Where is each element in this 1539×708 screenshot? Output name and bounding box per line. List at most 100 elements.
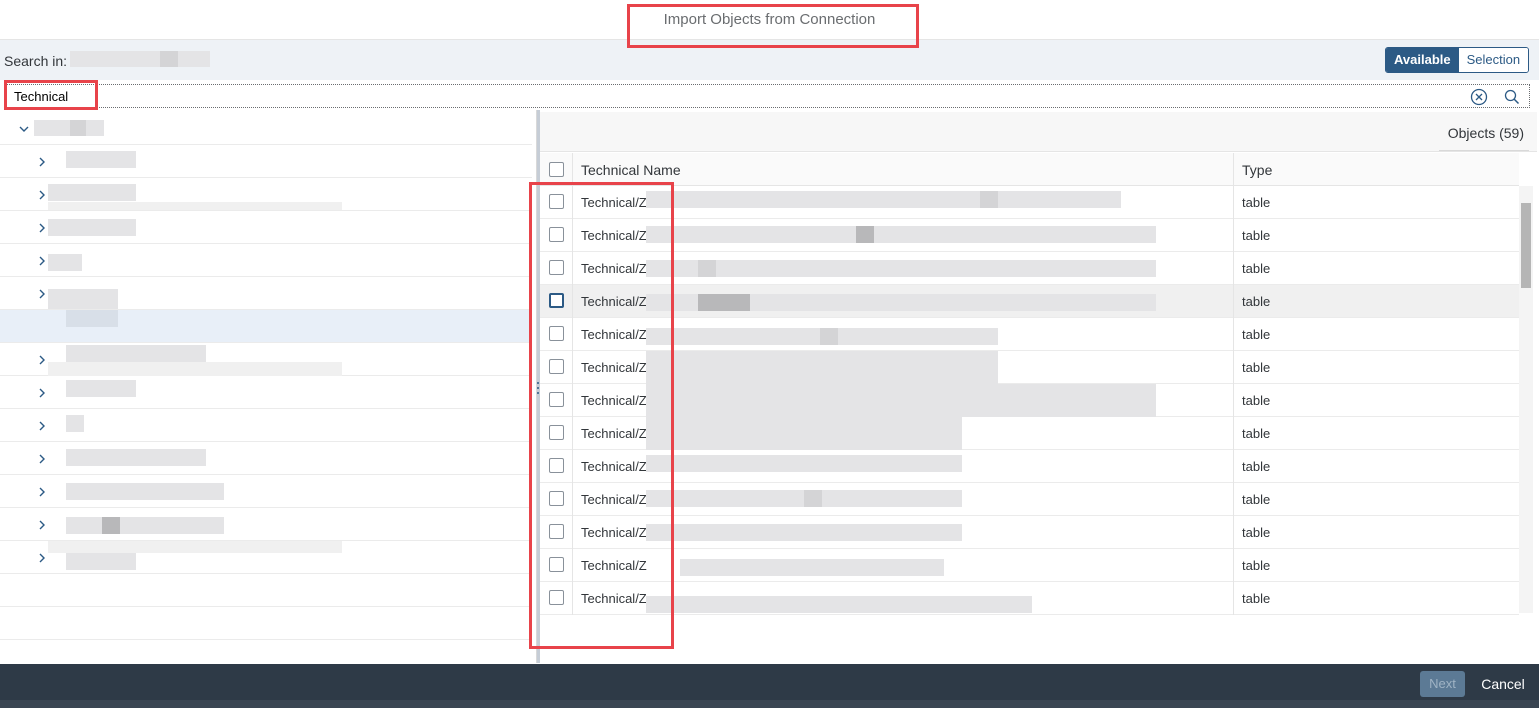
- table-row[interactable]: Technical/Z table: [540, 450, 1519, 483]
- table-row[interactable]: Technical/Z table: [540, 186, 1519, 219]
- chevron-right-icon[interactable]: [35, 155, 49, 169]
- row-checkbox-focused[interactable]: [549, 293, 564, 308]
- table-row[interactable]: Technical/Z table: [540, 417, 1519, 450]
- chevron-right-icon[interactable]: [35, 386, 49, 400]
- table-row[interactable]: Technical/Z table: [540, 219, 1519, 252]
- chevron-right-icon[interactable]: [35, 518, 49, 532]
- chevron-right-icon[interactable]: [35, 452, 49, 466]
- table-row[interactable]: Technical/Z table: [540, 318, 1519, 351]
- folder-tree: [0, 110, 537, 663]
- redacted-tree-label: [48, 541, 342, 553]
- row-checkbox[interactable]: [549, 227, 564, 242]
- table-row[interactable]: Technical/Z table: [540, 516, 1519, 549]
- type-cell: table: [1242, 558, 1271, 573]
- redacted-tree-label-extra: [48, 362, 342, 376]
- tree-node[interactable]: [0, 508, 532, 541]
- type-cell: table: [1242, 426, 1271, 441]
- search-icon[interactable]: [1502, 87, 1522, 107]
- tree-node[interactable]: [0, 178, 532, 211]
- chevron-right-icon[interactable]: [35, 221, 49, 235]
- tree-node-selected[interactable]: [0, 310, 532, 343]
- row-checkbox[interactable]: [549, 194, 564, 209]
- table-row[interactable]: Technical/Z table: [540, 351, 1519, 384]
- search-in-bar: Search in:: [0, 40, 1539, 80]
- redacted-name-part: [856, 226, 874, 243]
- chevron-down-icon[interactable]: [17, 122, 31, 136]
- cancel-button[interactable]: Cancel: [1476, 671, 1530, 697]
- search-input-value[interactable]: Technical: [14, 89, 68, 104]
- available-toggle-button[interactable]: Available: [1386, 48, 1459, 72]
- row-checkbox[interactable]: [549, 491, 564, 506]
- row-checkbox[interactable]: [549, 458, 564, 473]
- technical-name-cell: Technical/Z: [581, 327, 647, 342]
- objects-count: Objects (59): [1447, 125, 1524, 141]
- type-cell: table: [1242, 525, 1271, 540]
- redacted-tree-label: [66, 345, 206, 362]
- tree-node[interactable]: [0, 376, 532, 409]
- redacted-name-part: [698, 294, 750, 311]
- tree-root-node[interactable]: [0, 112, 532, 145]
- table-scroll-thumb[interactable]: [1521, 203, 1531, 288]
- chevron-right-icon[interactable]: [35, 551, 49, 565]
- chevron-right-icon[interactable]: [35, 419, 49, 433]
- tree-node[interactable]: [0, 541, 532, 574]
- redacted-name-part: [980, 191, 998, 208]
- row-checkbox[interactable]: [549, 425, 564, 440]
- row-checkbox[interactable]: [549, 260, 564, 275]
- type-cell: table: [1242, 261, 1271, 276]
- technical-name-cell: Technical/Z: [581, 294, 647, 309]
- column-header-type[interactable]: Type: [1242, 162, 1272, 178]
- chevron-right-icon[interactable]: [35, 287, 49, 301]
- table-row-hovered[interactable]: Technical/Z table: [540, 285, 1519, 318]
- redacted-tree-label: [48, 254, 82, 271]
- type-cell: table: [1242, 492, 1271, 507]
- tree-node[interactable]: [0, 211, 532, 244]
- clear-circle-icon[interactable]: [1469, 87, 1489, 107]
- column-header-technical-name[interactable]: Technical Name: [581, 162, 681, 178]
- tree-node[interactable]: [0, 442, 532, 475]
- tree-node[interactable]: [0, 244, 532, 277]
- technical-name-cell: Technical/Z: [581, 360, 647, 375]
- row-checkbox[interactable]: [549, 392, 564, 407]
- redacted-connection-name-part: [160, 51, 178, 67]
- row-checkbox[interactable]: [549, 326, 564, 341]
- tree-node[interactable]: [0, 343, 532, 376]
- table-row[interactable]: Technical/Z table: [540, 549, 1519, 582]
- view-toggle: Available Selection: [1385, 47, 1530, 73]
- row-checkbox[interactable]: [549, 524, 564, 539]
- tree-node[interactable]: [0, 409, 532, 442]
- redacted-name: [646, 260, 1156, 277]
- type-cell: table: [1242, 228, 1271, 243]
- technical-name-cell: Technical/Z: [581, 492, 647, 507]
- dialog-header: Import Objects from Connection: [0, 0, 1539, 40]
- table-row[interactable]: Technical/Z table: [540, 384, 1519, 417]
- table-row[interactable]: Technical/Z table: [540, 582, 1519, 615]
- table-row[interactable]: Technical/Z table: [540, 483, 1519, 516]
- selection-toggle-button[interactable]: Selection: [1458, 48, 1529, 72]
- row-checkbox[interactable]: [549, 359, 564, 374]
- tree-node[interactable]: [0, 277, 532, 310]
- next-button[interactable]: Next: [1420, 671, 1465, 697]
- chevron-right-icon[interactable]: [35, 353, 49, 367]
- redacted-tree-label: [66, 310, 118, 327]
- chevron-right-icon[interactable]: [35, 188, 49, 202]
- background-app-edge: [0, 700, 1539, 708]
- tree-node[interactable]: [0, 145, 532, 178]
- select-all-checkbox[interactable]: [549, 162, 564, 177]
- redacted-name: [646, 351, 998, 384]
- tree-node[interactable]: [0, 475, 532, 508]
- search-input[interactable]: Technical: [4, 84, 1530, 108]
- objects-tab-underline: [1439, 150, 1529, 151]
- redacted-tree-label: [48, 184, 136, 201]
- column-divider: [1233, 186, 1234, 615]
- chevron-right-icon[interactable]: [35, 485, 49, 499]
- redacted-tree-label: [48, 289, 118, 309]
- table-row[interactable]: Technical/Z table: [540, 252, 1519, 285]
- chevron-right-icon[interactable]: [35, 254, 49, 268]
- row-checkbox[interactable]: [549, 557, 564, 572]
- row-checkbox[interactable]: [549, 590, 564, 605]
- redacted-tree-label: [66, 380, 136, 397]
- redacted-tree-label-extra: [48, 202, 342, 210]
- technical-name-cell: Technical/Z: [581, 525, 647, 540]
- redacted-tree-label: [66, 483, 224, 500]
